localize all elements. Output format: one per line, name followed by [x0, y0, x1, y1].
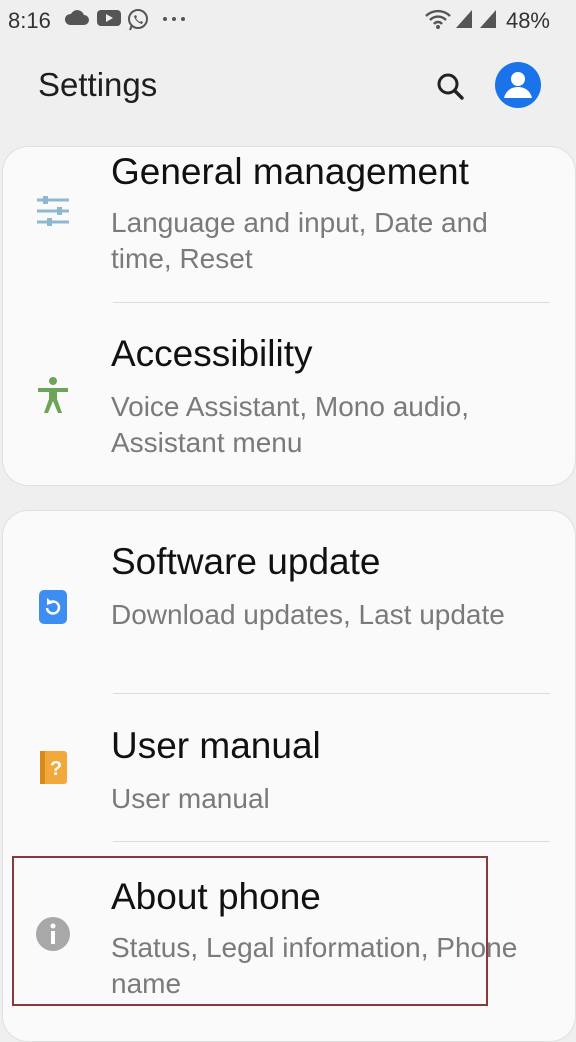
- wifi-icon: [425, 9, 451, 29]
- settings-card-general: General management Language and input, D…: [2, 146, 576, 486]
- whatsapp-icon: [128, 9, 148, 31]
- sliders-icon: [33, 191, 73, 231]
- page-title: Settings: [38, 66, 158, 103]
- selection-highlight: [12, 856, 488, 1006]
- youtube-icon: [97, 10, 121, 26]
- battery-level: 48%: [505, 8, 550, 33]
- item-subtitle: User manual: [111, 783, 270, 814]
- svg-text:?: ?: [50, 758, 62, 780]
- status-time: 8:16: [8, 8, 51, 33]
- status-bar: 8:16 48%: [0, 0, 576, 40]
- item-title: General management: [111, 151, 469, 192]
- account-icon: [504, 72, 532, 98]
- user-manual-icon: ?: [33, 747, 73, 787]
- item-title: Accessibility: [111, 333, 313, 374]
- settings-item-user-manual[interactable]: ? User manual User manual: [3, 693, 575, 841]
- settings-item-general-management[interactable]: General management Language and input, D…: [3, 147, 575, 303]
- accessibility-icon: [33, 375, 73, 415]
- settings-item-software-update[interactable]: Software update Download updates, Last u…: [3, 511, 575, 693]
- settings-item-accessibility[interactable]: Accessibility Voice Assistant, Mono audi…: [3, 303, 575, 485]
- profile-button[interactable]: [495, 62, 541, 108]
- item-subtitle: Language and input, Date and time, Reset: [111, 207, 488, 274]
- cloud-icon: [64, 10, 89, 25]
- item-title: Software update: [111, 541, 381, 582]
- search-button[interactable]: [430, 66, 470, 106]
- item-title: User manual: [111, 725, 321, 766]
- item-subtitle: Voice Assistant, Mono audio, Assistant m…: [111, 391, 469, 458]
- more-dots-icon: [163, 17, 185, 21]
- item-subtitle: Download updates, Last update: [111, 599, 505, 630]
- search-icon: [437, 73, 464, 100]
- software-update-icon: [33, 587, 73, 627]
- signal-icon: [456, 10, 472, 28]
- signal-icon: [480, 10, 496, 28]
